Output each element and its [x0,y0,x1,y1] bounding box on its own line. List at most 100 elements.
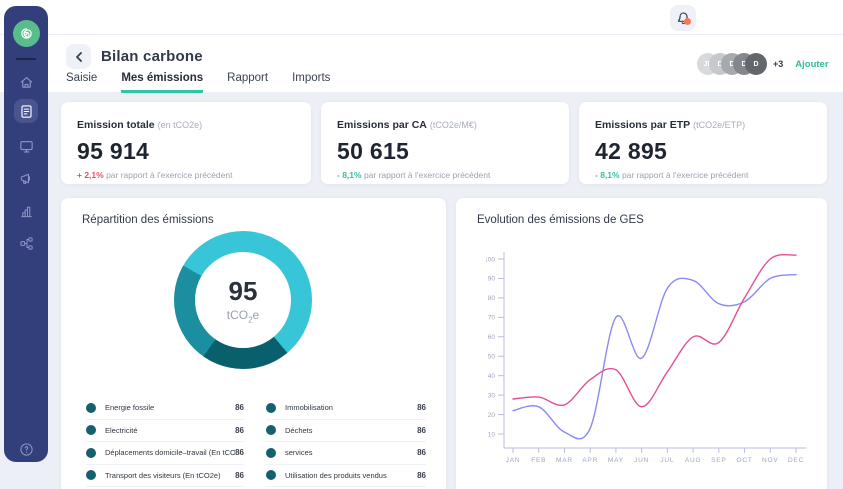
donut-total-value: 95 [229,276,258,307]
legend-value: 86 [417,471,426,480]
kpi-unit: (tCO2e/ETP) [693,120,745,130]
legend-label: Immobilisation [285,403,417,412]
hierarchy-icon [19,236,34,251]
page-title: Bilan carbone [101,48,203,65]
legend-label: Electricité [105,426,235,435]
avatar-overflow-count: +3 [773,59,783,69]
y-tick-label: 100 [486,256,495,263]
legend-dot-icon [86,448,96,458]
legend-value: 86 [417,448,426,457]
kpi-unit: (tCO2e/M€) [430,120,477,130]
kpi-delta-text: par rapport à l'exercice précédent [106,170,232,180]
y-tick-label: 20 [488,412,496,419]
notifications-button[interactable] [670,5,696,31]
kpi-value: 50 615 [337,138,553,165]
line-chart[interactable]: 100908070605040302010JANFEBMARAPRMAYJUNJ… [486,244,821,474]
legend-label: Déchets [285,426,417,435]
panel-title: Répartition des émissions [82,214,214,226]
kpi-unit: (en tCO2e) [158,120,203,130]
y-tick-label: 80 [488,295,496,302]
x-tick-label: JUL [660,457,674,464]
legend-item[interactable]: Déplacements domicile–travail (En tCO2e)… [86,442,244,465]
sidebar-item-announcements[interactable] [14,166,38,190]
bar-chart-icon [19,204,34,219]
x-tick-label: AUG [685,457,702,464]
avatar-stack[interactable]: JDDDDD [697,53,767,75]
app-screen: Bilan carbone JDDDDD +3 Ajouter Saisie M… [0,0,843,489]
sidebar-item-dashboard[interactable] [14,134,38,158]
legend-item[interactable]: Energie fossile86 [86,397,244,420]
y-tick-label: 30 [488,392,496,399]
app-logo[interactable] [13,20,40,47]
y-tick-label: 70 [488,315,496,322]
ges-evolution-panel: Evolution des émissions de GES 100908070… [455,197,828,489]
kpi-delta-percent: - 8,1% [595,170,620,180]
x-tick-label: MAY [608,457,624,464]
legend-dot-icon [86,403,96,413]
legend-label: Utilisation des produits vendus [285,471,417,480]
x-tick-label: APR [582,457,598,464]
back-chevron-icon [75,52,83,62]
tab-bar: Saisie Mes émissions Rapport Imports [66,72,330,93]
kpi-card-emissions-per-etp: Emissions par ETP(tCO2e/ETP) 42 895 - 8,… [578,101,828,185]
tab-mes-emissions[interactable]: Mes émissions [121,72,203,93]
y-tick-label: 90 [488,276,496,283]
sidebar [4,6,48,462]
megaphone-icon [19,171,34,186]
kpi-value: 42 895 [595,138,811,165]
legend-item[interactable]: services86 [266,442,426,465]
tab-rapport[interactable]: Rapport [227,72,268,93]
legend-value: 86 [235,471,244,480]
legend-value: 86 [235,403,244,412]
donut-legend: Energie fossile86Immobilisation86Electri… [86,397,426,489]
legend-dot-icon [86,425,96,435]
sidebar-item-documents[interactable] [14,99,38,123]
legend-dot-icon [266,470,276,480]
x-tick-label: JAN [506,457,521,464]
kpi-delta: + 2,1% par rapport à l'exercice précéden… [77,170,295,180]
legend-item[interactable]: Transport des visiteurs (En tCO2e)86 [86,465,244,488]
line-series-pink [513,255,796,407]
kpi-delta-percent: - 8,1% [337,170,362,180]
legend-item[interactable]: Déchets86 [266,420,426,443]
kpi-title: Emissions par ETP [595,119,690,131]
sidebar-item-help[interactable] [14,437,38,461]
legend-label: services [285,448,417,457]
legend-item[interactable]: Immobilisation86 [266,397,426,420]
tab-imports[interactable]: Imports [292,72,330,93]
legend-value: 86 [417,403,426,412]
spiral-logo-icon [18,25,35,42]
y-tick-label: 40 [488,373,496,380]
monitor-icon [19,139,34,154]
kpi-delta-text: par rapport à l'exercice précédent [364,170,490,180]
document-icon [19,104,34,119]
y-tick-label: 60 [488,334,496,341]
help-icon [19,442,34,457]
home-icon [19,75,34,90]
team-avatars-group: JDDDDD +3 Ajouter [697,52,829,76]
y-tick-label: 10 [488,431,496,438]
x-tick-label: DEC [788,457,804,464]
donut-unit: tCO2e [227,308,259,324]
legend-label: Transport des visiteurs (En tCO2e) [105,471,235,480]
notification-dot [684,18,691,25]
kpi-delta: - 8,1% par rapport à l'exercice précéden… [595,170,811,180]
kpi-value: 95 914 [77,138,295,165]
legend-item[interactable]: Electricité86 [86,420,244,443]
x-tick-label: MAR [556,457,573,464]
x-tick-label: JUN [634,457,649,464]
legend-dot-icon [266,403,276,413]
back-button[interactable] [66,44,91,69]
legend-value: 86 [235,448,244,457]
legend-label: Energie fossile [105,403,235,412]
x-tick-label: NOV [762,457,779,464]
x-tick-label: OCT [736,457,752,464]
add-member-link[interactable]: Ajouter [795,59,828,70]
sidebar-item-organization[interactable] [14,231,38,255]
legend-label: Déplacements domicile–travail (En tCO2e) [105,448,235,457]
sidebar-item-analytics[interactable] [14,199,38,223]
tab-saisie[interactable]: Saisie [66,72,97,93]
avatar[interactable]: D [745,53,767,75]
sidebar-item-home[interactable] [14,70,38,94]
legend-item[interactable]: Utilisation des produits vendus86 [266,465,426,488]
